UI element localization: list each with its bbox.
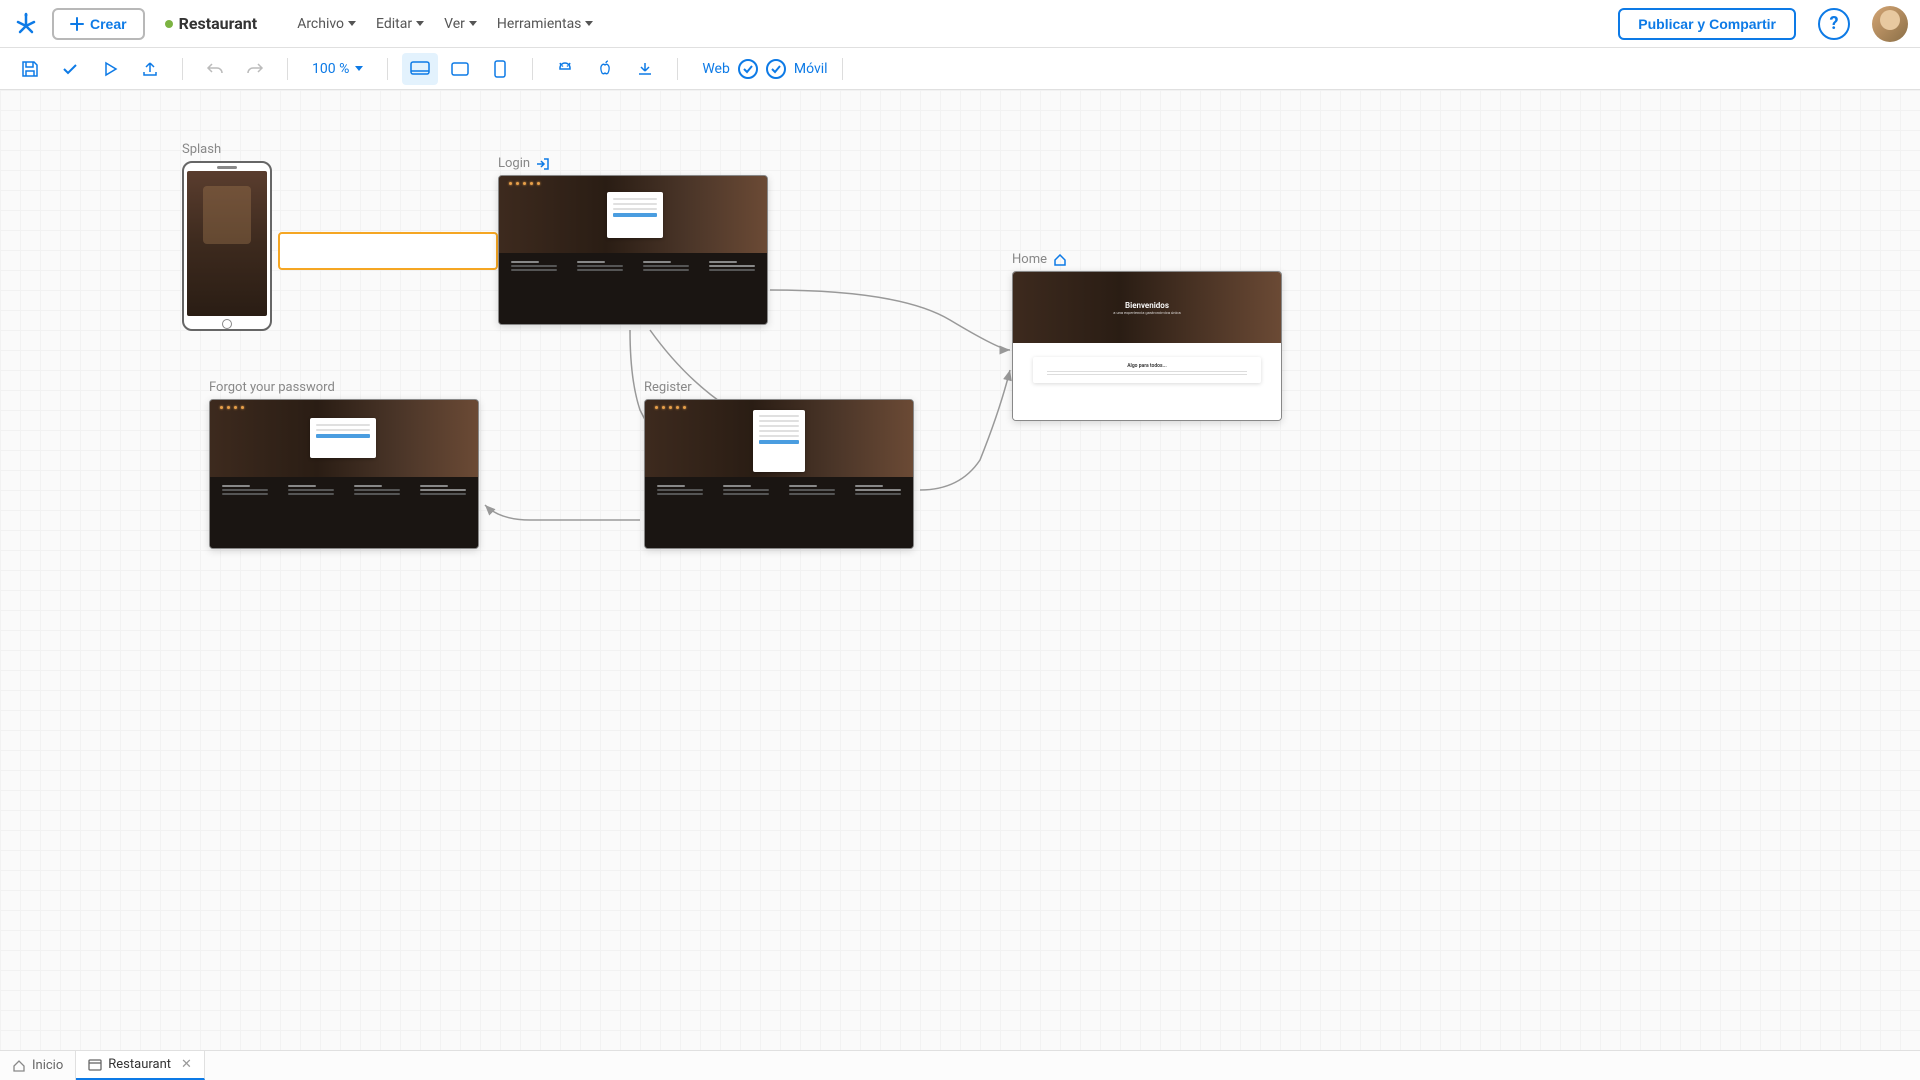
- check-icon: [61, 60, 79, 78]
- undo-button[interactable]: [197, 53, 233, 85]
- home-icon: [12, 1060, 26, 1072]
- close-tab-button[interactable]: ✕: [181, 1057, 192, 1072]
- zoom-selector[interactable]: 100 %: [312, 61, 363, 77]
- connections-layer: [0, 90, 1920, 1050]
- tab-inicio[interactable]: Inicio: [0, 1051, 76, 1080]
- plus-icon: [70, 17, 84, 31]
- tab-restaurant[interactable]: Restaurant ✕: [76, 1051, 205, 1080]
- platform-toggle: Web Móvil: [702, 59, 827, 79]
- chevron-down-icon: [348, 21, 356, 26]
- device-desktop-button[interactable]: [402, 53, 438, 85]
- panel-icon: [88, 1059, 102, 1071]
- chevron-down-icon: [585, 21, 593, 26]
- menu-herramientas[interactable]: Herramientas: [497, 16, 594, 32]
- project-name-text: Restaurant: [179, 14, 258, 33]
- web-preview[interactable]: [644, 399, 914, 549]
- web-preview[interactable]: [498, 175, 768, 325]
- artboard-label: Splash: [182, 142, 272, 157]
- artboard-forgot[interactable]: Forgot your password: [209, 380, 479, 549]
- artboard-label: Login: [498, 156, 768, 171]
- mobile-check-icon[interactable]: [766, 59, 786, 79]
- status-dot-icon: [165, 20, 173, 28]
- share-button[interactable]: [132, 53, 168, 85]
- chevron-down-icon: [416, 21, 424, 26]
- artboard-home[interactable]: Home Bienvenidos a una experiencia gastr…: [1012, 252, 1282, 421]
- web-preview[interactable]: Bienvenidos a una experiencia gastronómi…: [1012, 271, 1282, 421]
- redo-icon: [246, 60, 264, 78]
- create-button-label: Crear: [90, 16, 127, 32]
- android-button[interactable]: [547, 53, 583, 85]
- canvas[interactable]: Splash Login: [0, 90, 1920, 1050]
- apple-icon: [596, 60, 614, 78]
- download-button[interactable]: [627, 53, 663, 85]
- bottom-tabs: Inicio Restaurant ✕: [0, 1050, 1920, 1080]
- publish-button[interactable]: Publicar y Compartir: [1618, 8, 1796, 40]
- artboard-label: Forgot your password: [209, 380, 479, 395]
- device-tablet-button[interactable]: [442, 53, 478, 85]
- artboard-register[interactable]: Register: [644, 380, 914, 549]
- run-button[interactable]: [92, 53, 128, 85]
- apple-button[interactable]: [587, 53, 623, 85]
- artboard-login[interactable]: Login: [498, 156, 768, 325]
- menu-archivo[interactable]: Archivo: [297, 16, 356, 32]
- device-mobile-button[interactable]: [482, 53, 518, 85]
- menu-editar[interactable]: Editar: [376, 16, 424, 32]
- create-button[interactable]: Crear: [52, 8, 145, 40]
- redo-button[interactable]: [237, 53, 273, 85]
- project-name: Restaurant: [165, 14, 258, 33]
- artboard-label: Register: [644, 380, 914, 395]
- mobile-icon: [494, 60, 506, 78]
- chevron-down-icon: [469, 21, 477, 26]
- toolbar: 100 % Web Móvil: [0, 48, 1920, 90]
- selected-link-highlight: [278, 232, 498, 270]
- tablet-icon: [451, 62, 469, 76]
- login-icon: [536, 158, 550, 170]
- web-check-icon[interactable]: [738, 59, 758, 79]
- main-menu: Archivo Editar Ver Herramientas: [297, 16, 593, 32]
- web-preview[interactable]: [209, 399, 479, 549]
- share-icon: [141, 60, 159, 78]
- undo-icon: [206, 60, 224, 78]
- android-icon: [556, 60, 574, 78]
- platform-mobile-label[interactable]: Móvil: [794, 61, 828, 77]
- app-logo[interactable]: [12, 10, 40, 38]
- play-icon: [101, 60, 119, 78]
- download-icon: [636, 60, 654, 78]
- save-icon: [21, 60, 39, 78]
- mobile-preview[interactable]: [182, 161, 272, 331]
- desktop-icon: [410, 61, 430, 77]
- user-avatar[interactable]: [1872, 6, 1908, 42]
- top-bar: Crear Restaurant Archivo Editar Ver Herr…: [0, 0, 1920, 48]
- menu-ver[interactable]: Ver: [444, 16, 477, 32]
- validate-button[interactable]: [52, 53, 88, 85]
- question-icon: ?: [1830, 13, 1839, 34]
- save-button[interactable]: [12, 53, 48, 85]
- help-button[interactable]: ?: [1818, 8, 1850, 40]
- artboard-splash[interactable]: Splash: [182, 142, 272, 331]
- platform-web-label[interactable]: Web: [702, 61, 730, 77]
- artboard-label: Home: [1012, 252, 1282, 267]
- home-icon: [1053, 254, 1067, 266]
- chevron-down-icon: [355, 66, 363, 71]
